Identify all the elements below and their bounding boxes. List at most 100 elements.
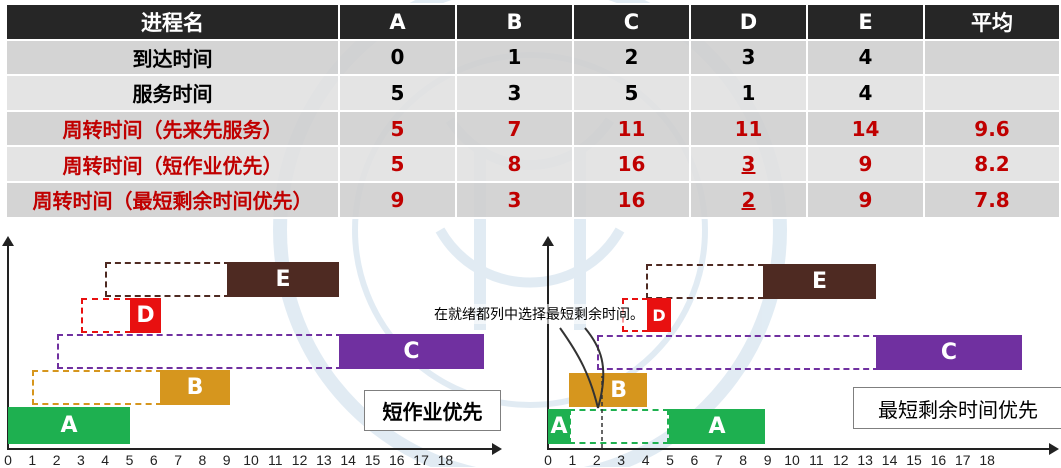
cell: 8.2	[923, 145, 1061, 183]
bar-a: A	[8, 407, 130, 444]
x-tick-label: 5	[666, 452, 674, 468]
table-row-turnaround-sjf: 周转时间（短作业优先） 5 8 16 3 9 8.2	[5, 145, 1061, 183]
header-average: 平均	[923, 3, 1061, 41]
x-tick-label: 15	[364, 452, 381, 468]
x-tick-label: 14	[340, 452, 356, 468]
x-tick-label: 3	[617, 452, 626, 468]
cell: 4	[806, 38, 925, 77]
cell: 11	[689, 109, 808, 148]
bar-c: C	[876, 335, 1022, 370]
table-row-service: 服务时间 5 3 5 1 4	[5, 74, 1061, 112]
cell: 16	[572, 180, 691, 219]
cell: 9.6	[923, 109, 1061, 148]
cell	[923, 38, 1061, 77]
cell: 9	[338, 180, 457, 219]
d-wait-frame	[81, 298, 131, 333]
header-e: E	[806, 3, 925, 41]
x-tick-label: 18	[437, 452, 454, 468]
table-row-turnaround-srt: 周转时间（最短剩余时间优先） 9 3 16 2 9 7.8	[5, 180, 1061, 219]
x-tick-label: 2	[592, 452, 601, 468]
x-tick-label: 8	[739, 452, 748, 468]
x-tick-label: 6	[149, 452, 158, 468]
cell: 9	[806, 180, 925, 219]
cell: 9	[806, 145, 925, 183]
table-header-row: 进程名 A B C D E 平均	[5, 3, 1061, 41]
cell: 3	[455, 74, 574, 112]
cell: 3	[689, 38, 808, 77]
x-tick-label: 17	[955, 452, 971, 468]
srt-title-box: 最短剩余时间优先	[853, 387, 1061, 429]
row-label: 服务时间	[5, 74, 340, 112]
cell: 7.8	[923, 180, 1061, 219]
b-wait-frame	[32, 370, 162, 405]
bar-c: C	[339, 334, 484, 369]
srt-gantt-chart: E D C B A A 在就绪都列中选择最短剩余时间。 最短剩余时间优先 012…	[434, 236, 1061, 468]
x-tick-label: 5	[125, 452, 134, 468]
cell: 1	[455, 38, 574, 77]
x-tick-label: 0	[4, 452, 12, 468]
x-tick-label: 6	[690, 452, 699, 468]
header-b: B	[455, 3, 574, 41]
cell: 5	[572, 74, 691, 112]
e-wait-frame	[105, 262, 230, 297]
preemption-arrows	[559, 327, 605, 448]
bar-d: D	[130, 298, 161, 333]
x-tick-label: 2	[52, 452, 61, 468]
x-tick-label: 1	[568, 452, 577, 468]
cell: 3	[455, 180, 574, 219]
x-axis-arrow-icon	[1049, 443, 1059, 455]
x-tick-label: 14	[881, 452, 898, 468]
x-tick-label: 11	[809, 452, 824, 468]
x-tick-label: 13	[316, 452, 332, 468]
header-a: A	[338, 3, 457, 41]
x-tick-label: 0	[544, 452, 552, 468]
x-tick-label: 12	[833, 452, 849, 468]
x-axis-arrow-icon	[492, 443, 502, 455]
cell: 5	[338, 145, 457, 183]
x-tick-label: 12	[291, 452, 308, 468]
x-axis	[7, 448, 495, 450]
cell: 0	[338, 38, 457, 77]
x-tick-label: 15	[906, 452, 922, 468]
x-tick-label: 8	[198, 452, 207, 468]
cell: 2	[572, 38, 691, 77]
row-label: 到达时间	[5, 38, 340, 77]
x-tick-label: 18	[979, 452, 995, 468]
x-tick-label: 7	[714, 452, 723, 468]
cell: 5	[338, 109, 457, 148]
table-row-arrival: 到达时间 0 1 2 3 4	[5, 38, 1061, 77]
bar-e: E	[227, 262, 339, 297]
x-tick-label: 13	[857, 452, 873, 468]
row-label: 周转时间（最短剩余时间优先）	[5, 180, 340, 219]
cell: 4	[806, 74, 925, 112]
x-tick-label: 16	[389, 452, 405, 468]
row-label: 周转时间（短作业优先）	[5, 145, 340, 183]
process-table: 进程名 A B C D E 平均 到达时间 0 1 2 3 4 服务时间 5 3…	[5, 3, 1061, 219]
row-label: 周转时间（先来先服务）	[5, 109, 340, 148]
y-axis-arrow-icon	[2, 236, 14, 246]
x-tick-label: 4	[101, 452, 110, 468]
table-row-turnaround-fcfs: 周转时间（先来先服务） 5 7 11 11 14 9.6	[5, 109, 1061, 148]
cell: 1	[689, 74, 808, 112]
header-c: C	[572, 3, 691, 41]
cell: 11	[572, 109, 691, 148]
x-tick-label: 9	[222, 452, 231, 468]
x-tick-label: 11	[268, 452, 283, 468]
sjf-title-box: 短作业优先	[364, 390, 501, 431]
cell: 2	[689, 180, 808, 219]
srt-note: 在就绪都列中选择最短剩余时间。	[434, 304, 644, 324]
x-tick-label: 3	[76, 452, 85, 468]
cell: 16	[572, 145, 691, 183]
x-tick-label: 17	[413, 452, 429, 468]
cell	[923, 74, 1061, 112]
sjf-gantt-chart: E D C B A 短作业优先 0 1 2 3 4 5 6 7 8 9 10 11 12 13 14 15 16…	[0, 236, 502, 468]
x-tick-label: 10	[784, 452, 800, 468]
x-tick-label: 4	[641, 452, 650, 468]
x-tick-label: 9	[763, 452, 772, 468]
x-tick-label: 16	[930, 452, 947, 468]
header-d: D	[689, 3, 808, 41]
x-tick-label: 10	[243, 452, 259, 468]
bar-b: B	[160, 370, 230, 405]
c-wait-frame	[57, 334, 342, 369]
cell: 7	[455, 109, 574, 148]
